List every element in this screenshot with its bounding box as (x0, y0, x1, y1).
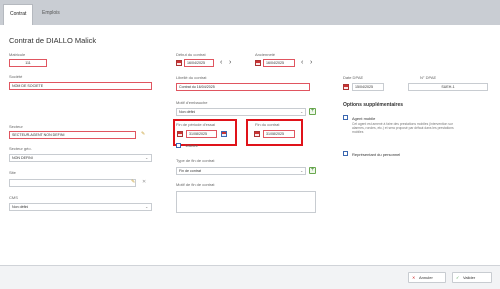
cms-label: CMS (9, 195, 18, 200)
fin-essai-field[interactable]: 31/08/2025 (186, 130, 217, 138)
secteur-label: Secteur (9, 124, 23, 129)
type-fin-select[interactable]: Fin de contrat (176, 167, 306, 175)
calendar-icon[interactable] (176, 60, 182, 66)
site-label: Site (9, 170, 16, 175)
pencil-icon[interactable]: ✎ (141, 131, 145, 137)
chevron-down-icon: ⌄ (300, 168, 304, 173)
check-icon: ✓ (456, 275, 460, 280)
cms-select[interactable]: Non défini (9, 203, 152, 211)
societe-field[interactable]: NOM DE SOCIETE (9, 82, 152, 90)
chevron-left-icon[interactable]: ‹ (220, 59, 222, 66)
agent-mobile-checkbox[interactable] (343, 115, 348, 120)
clear-icon[interactable]: ✕ (142, 179, 146, 185)
calendar-icon[interactable] (177, 131, 183, 137)
fin-contrat-field[interactable]: 31/08/2025 (263, 130, 295, 138)
calendar-refresh-icon[interactable] (221, 131, 227, 137)
agent-mobile-label: Agent mobile (352, 116, 376, 121)
tab-bar: Contrat Emplois (0, 0, 500, 25)
calendar-icon[interactable] (254, 131, 260, 137)
libelle-contrat-label: Libellé du contrat (176, 75, 207, 80)
representant-label: Représentant du personnel (352, 152, 401, 157)
site-field[interactable] (9, 179, 136, 187)
anciennete-label: Ancienneté (255, 52, 276, 57)
cancel-button[interactable]: ✕ Annuler (408, 272, 446, 283)
cancel-label: Annuler (419, 275, 433, 280)
validee-label: Validée (185, 143, 199, 148)
date-dpae-field[interactable]: 15/04/2025 (352, 83, 384, 91)
validate-label: Valider (463, 275, 476, 280)
debut-contrat-label: Début du contrat (176, 52, 206, 57)
chevron-down-icon: ⌄ (145, 204, 149, 209)
num-dpae-field[interactable]: SUEH-1 (408, 83, 488, 91)
libelle-contrat-field[interactable]: Contrat du 16/04/2025 (176, 83, 310, 91)
validate-button[interactable]: ✓ Valider (452, 272, 492, 283)
add-type-fin-button[interactable]: + (309, 167, 316, 174)
validee-checkbox[interactable] (176, 143, 181, 148)
secteur-geo-label: Secteur géo. (9, 146, 32, 151)
add-motif-button[interactable]: + (309, 108, 316, 115)
fin-essai-label: Fin de période d'essai (176, 122, 216, 127)
motif-fin-label: Motif de fin de contrat (176, 182, 215, 187)
motif-fin-textarea[interactable] (176, 191, 316, 213)
close-icon: ✕ (412, 275, 416, 280)
num-dpae-label: N° DPAE (420, 75, 437, 80)
matricule-label: Matricule (9, 52, 26, 57)
secteur-geo-select[interactable]: NON DEFINI (9, 154, 152, 162)
chevron-down-icon: ⌄ (300, 109, 304, 114)
tab-emplois[interactable]: Emplois (36, 4, 66, 25)
pencil-icon[interactable]: ✎ (131, 179, 135, 185)
secteur-field[interactable]: SECTEUR-AGENT NON DEFINI (9, 131, 136, 139)
debut-contrat-field[interactable]: 16/04/2025 (184, 59, 214, 67)
chevron-right-icon[interactable]: › (229, 59, 231, 66)
date-dpae-label: Date DPAE (343, 75, 364, 80)
calendar-icon[interactable] (255, 60, 261, 66)
chevron-left-icon[interactable]: ‹ (301, 59, 303, 66)
tab-contrat[interactable]: Contrat (3, 4, 34, 25)
type-fin-label: Type de fin de contrat (176, 158, 215, 163)
motif-embauche-label: Motif d'embauche (176, 100, 208, 105)
calendar-icon[interactable] (343, 84, 349, 90)
societe-label: Société (9, 74, 23, 79)
agent-mobile-note: Cet agent est amené à faire des prestati… (352, 122, 454, 134)
chevron-right-icon[interactable]: › (310, 59, 312, 66)
page-title: Contrat de DIALLO Malick (9, 36, 97, 45)
fin-contrat-label: Fin du contrat (255, 122, 280, 127)
options-title: Options supplémentaires (343, 102, 404, 108)
matricule-field[interactable]: 111 (9, 59, 47, 67)
representant-checkbox[interactable] (343, 151, 348, 156)
motif-embauche-select[interactable]: Non défini (176, 108, 306, 116)
anciennete-field[interactable]: 16/04/2025 (263, 59, 295, 67)
chevron-down-icon: ⌄ (145, 155, 149, 160)
